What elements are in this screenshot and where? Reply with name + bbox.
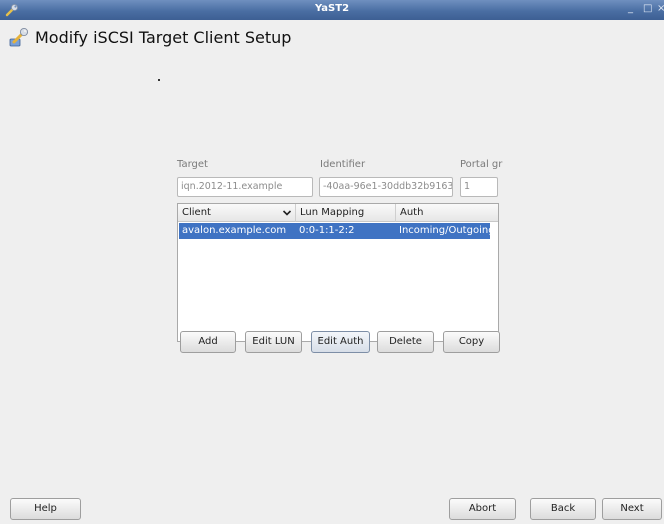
clients-table[interactable]: Client Lun Mapping Auth avalon.example.c… <box>177 203 499 342</box>
next-button[interactable]: Next <box>602 498 662 520</box>
target-field[interactable]: iqn.2012-11.example <box>177 177 313 197</box>
back-button[interactable]: Back <box>530 498 596 520</box>
edit-lun-button[interactable]: Edit LUN <box>245 331 302 353</box>
target-label-text: Target <box>177 159 208 170</box>
identifier-label: Identifier <box>320 159 365 170</box>
decorative-dot <box>158 79 160 81</box>
target-label: Target <box>177 159 208 170</box>
identifier-field[interactable]: -40aa-96e1-30ddb32b9163 <box>319 177 453 197</box>
maximize-icon[interactable]: □ <box>643 3 652 14</box>
yast-wrench-icon <box>9 27 29 47</box>
add-button[interactable]: Add <box>180 331 236 353</box>
cell-auth: Incoming/Outgoing <box>399 225 490 236</box>
window-titlebar[interactable]: YaST2 _ □ × <box>0 0 664 20</box>
window-title: YaST2 <box>314 3 350 14</box>
portal-group-label-text: Portal gr <box>460 159 503 170</box>
dialog-body: Modify iSCSI Target Client Setup Target … <box>0 20 664 524</box>
column-header-client-label: Client <box>182 207 211 218</box>
page-title: Modify iSCSI Target Client Setup <box>35 28 292 47</box>
column-header-lun-mapping[interactable]: Lun Mapping <box>295 204 395 222</box>
portal-group-field[interactable]: 1 <box>460 177 498 197</box>
identifier-label-text: Identifier <box>320 159 366 170</box>
close-icon[interactable]: × <box>657 3 664 14</box>
abort-button[interactable]: Abort <box>449 498 516 520</box>
chevron-down-icon <box>282 210 292 216</box>
copy-button[interactable]: Copy <box>443 331 500 353</box>
cell-lun-mapping: 0:0-1:1-2:2 <box>299 225 355 236</box>
edit-auth-button[interactable]: Edit Auth <box>311 331 370 353</box>
portal-group-label: Portal gr <box>460 159 502 170</box>
column-header-auth[interactable]: Auth <box>395 204 490 222</box>
minimize-icon[interactable]: _ <box>628 3 633 14</box>
table-row[interactable]: avalon.example.com 0:0-1:1-2:2 Incoming/… <box>179 223 490 239</box>
cell-client: avalon.example.com <box>182 225 287 236</box>
column-header-client[interactable]: Client <box>178 204 295 222</box>
delete-button[interactable]: Delete <box>377 331 434 353</box>
help-button[interactable]: Help <box>10 498 81 520</box>
table-header: Client Lun Mapping Auth <box>178 204 498 222</box>
